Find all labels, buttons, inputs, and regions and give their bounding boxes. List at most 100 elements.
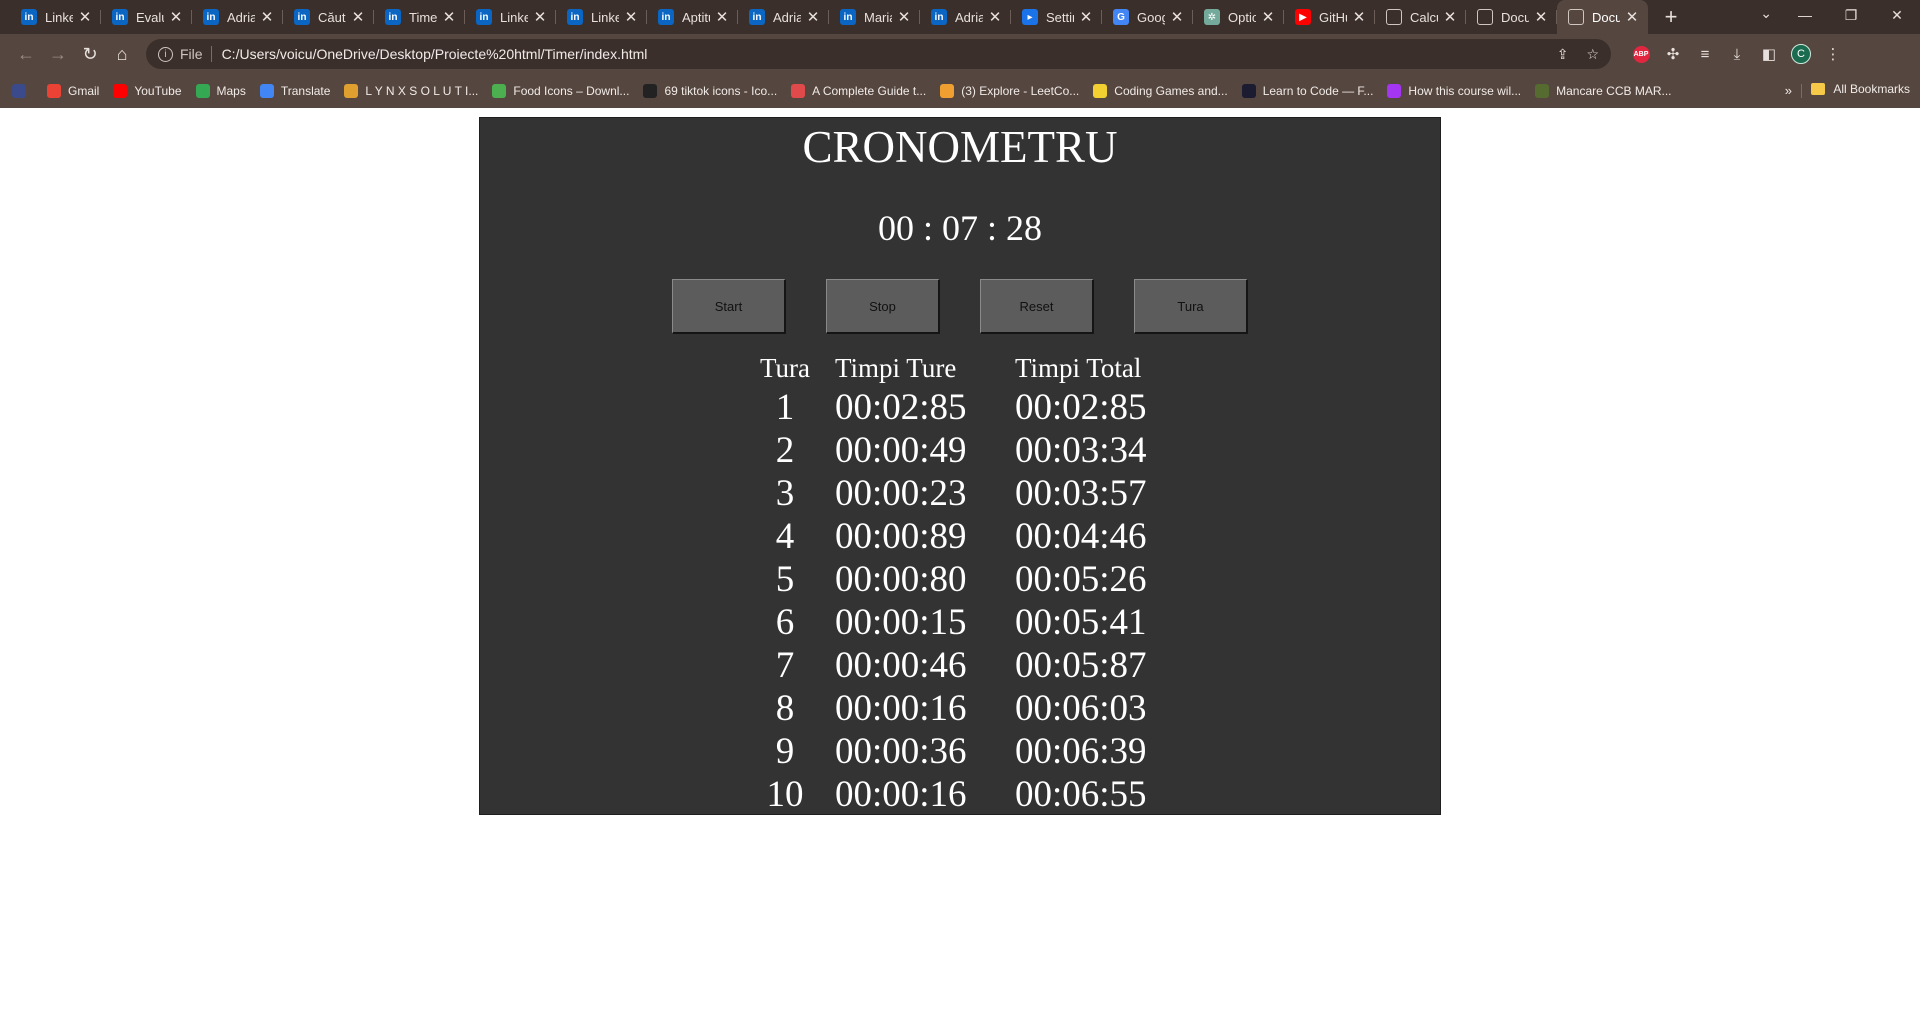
extensions-puzzle-icon[interactable]: ✣ — [1657, 39, 1689, 69]
tab-close-icon[interactable]: ✕ — [1351, 8, 1367, 26]
gmail-icon — [47, 84, 61, 98]
close-window-icon[interactable]: ✕ — [1874, 7, 1920, 24]
lap-time: 00:00:15 — [835, 602, 967, 643]
all-bookmarks-button[interactable]: All Bookmarks — [1811, 82, 1910, 96]
lap-row: 6 00:00:15 00:05:41 — [735, 601, 1175, 644]
bookmark-star-icon[interactable]: ☆ — [1586, 46, 1599, 63]
tab-close-icon[interactable]: ✕ — [1078, 8, 1094, 26]
bookmark-item[interactable]: Learn to Code — F... — [1241, 84, 1373, 98]
omnibox-divider — [210, 46, 212, 62]
tab[interactable]: ▶ GitHub✕ — [1284, 0, 1375, 34]
share-icon[interactable]: ⇪ — [1557, 46, 1569, 63]
bookmark-item[interactable]: (3) Explore - LeetCo... — [940, 84, 1079, 98]
restore-icon[interactable]: ❐ — [1828, 7, 1874, 24]
total-time: 00:04:46 — [1015, 516, 1147, 557]
extensions-area: ABP ✣ ≡ ⤓ ◧ C ⋮ — [1625, 39, 1849, 69]
bookmark-item[interactable]: Mancare CCB MAR... — [1535, 84, 1671, 98]
bookmark-item[interactable]: YouTube — [113, 84, 182, 98]
tab[interactable]: in Adrian✕ — [192, 0, 283, 34]
tab[interactable]: in Adrian✕ — [920, 0, 1011, 34]
bookmark-item[interactable]: Food Icons – Downl... — [492, 84, 629, 98]
tab-close-icon[interactable]: ✕ — [805, 8, 821, 26]
bookmark-label: How this course wil... — [1408, 84, 1522, 98]
tab-close-icon[interactable]: ✕ — [441, 8, 457, 26]
tab-search-chevron-icon[interactable]: ⌄ — [1760, 5, 1772, 22]
css-tricks-icon — [791, 84, 806, 98]
tab-close-icon[interactable]: ✕ — [532, 8, 548, 26]
bookmark-item[interactable]: Gmail — [47, 84, 99, 98]
tab-close-icon[interactable]: ✕ — [1624, 8, 1640, 26]
tab[interactable]: in Linkedin✕ — [10, 0, 101, 34]
tab-close-icon[interactable]: ✕ — [1169, 8, 1185, 26]
tab-close-icon[interactable]: ✕ — [1442, 8, 1458, 26]
tab[interactable]: ▸ Settings✕ — [1011, 0, 1102, 34]
tab-close-icon[interactable]: ✕ — [1533, 8, 1549, 26]
more-bookmarks-chevron-icon[interactable]: » — [1785, 83, 1792, 98]
home-icon[interactable]: ⌂ — [106, 38, 138, 70]
lynx-icon — [344, 84, 359, 98]
minimize-icon[interactable]: — — [1782, 7, 1828, 23]
tab[interactable]: in Linkedin✕ — [465, 0, 556, 34]
lap-row: 3 00:00:23 00:03:57 — [735, 472, 1175, 515]
bookmark-item[interactable] — [12, 84, 33, 98]
total-time: 00:05:26 — [1015, 559, 1147, 600]
tab-title: Options — [1228, 9, 1256, 25]
tab[interactable]: in Mariana✕ — [829, 0, 920, 34]
bookmark-item[interactable]: Translate — [259, 84, 330, 98]
download-icon[interactable]: ⤓ — [1721, 39, 1753, 69]
tab-close-icon[interactable]: ✕ — [896, 8, 912, 26]
bookmark-item[interactable]: L Y N X S O L U T I... — [344, 84, 478, 98]
new-tab-button[interactable]: + — [1654, 0, 1688, 34]
url-text[interactable]: C:/Users/voicu/OneDrive/Desktop/Proiecte… — [222, 46, 1539, 62]
linkedin-icon: in — [931, 9, 947, 25]
back-arrow-icon[interactable]: ← — [10, 38, 42, 70]
menu-kebab-icon[interactable]: ⋮ — [1817, 39, 1849, 69]
forward-arrow-icon[interactable]: → — [42, 38, 74, 70]
reading-list-icon[interactable]: ≡ — [1689, 39, 1721, 69]
side-panel-icon[interactable]: ◧ — [1753, 39, 1785, 69]
tab[interactable]: Document✕ — [1466, 0, 1557, 34]
tab[interactable]: Calculator✕ — [1375, 0, 1466, 34]
bookmark-item[interactable]: A Complete Guide t... — [791, 84, 926, 98]
bookmark-item[interactable]: Coding Games and... — [1093, 84, 1228, 98]
tab[interactable]: G Google✕ — [1102, 0, 1193, 34]
tab[interactable]: in Linkedin✕ — [556, 0, 647, 34]
lap-button[interactable]: Tura — [1134, 279, 1248, 334]
globe-icon — [1477, 9, 1493, 25]
start-button[interactable]: Start — [672, 279, 786, 334]
tab-close-icon[interactable]: ✕ — [623, 8, 639, 26]
tab[interactable]: ✲ Options✕ — [1193, 0, 1284, 34]
chatgpt-icon: ✲ — [1204, 9, 1220, 25]
info-icon[interactable]: i — [158, 46, 173, 62]
tab[interactable]: Document✕ — [1557, 0, 1648, 34]
lap-time: 00:00:89 — [835, 516, 967, 557]
tab[interactable]: in Evaluare✕ — [101, 0, 192, 34]
tab[interactable]: in Timeline✕ — [374, 0, 465, 34]
total-time: 00:03:34 — [1015, 430, 1147, 471]
linkedin-icon: in — [21, 9, 37, 25]
tab-close-icon[interactable]: ✕ — [77, 8, 93, 26]
tab-close-icon[interactable]: ✕ — [714, 8, 730, 26]
adblock-plus-icon[interactable]: ABP — [1625, 39, 1657, 69]
tab-close-icon[interactable]: ✕ — [987, 8, 1003, 26]
tab-close-icon[interactable]: ✕ — [1260, 8, 1276, 26]
tab[interactable]: in Adrian✕ — [738, 0, 829, 34]
profile-avatar[interactable]: C — [1785, 39, 1817, 69]
bookmark-item[interactable]: How this course wil... — [1387, 84, 1521, 98]
bookmark-item[interactable]: 69 tiktok icons - Ico... — [643, 84, 777, 98]
tab-close-icon[interactable]: ✕ — [350, 8, 366, 26]
lap-row: 8 00:00:16 00:06:03 — [735, 687, 1175, 730]
address-bar[interactable]: i File C:/Users/voicu/OneDrive/Desktop/P… — [146, 39, 1611, 69]
bookmark-item[interactable]: Maps — [195, 84, 246, 98]
bookmark-label: Gmail — [68, 84, 100, 98]
bookmark-label: 69 tiktok icons - Ico... — [664, 84, 778, 98]
lap-number: 5 — [775, 559, 795, 600]
tab[interactable]: in Căutare✕ — [283, 0, 374, 34]
linkedin-icon: in — [294, 9, 310, 25]
tab-close-icon[interactable]: ✕ — [168, 8, 184, 26]
reset-button[interactable]: Reset — [980, 279, 1094, 334]
stop-button[interactable]: Stop — [826, 279, 940, 334]
tab-close-icon[interactable]: ✕ — [259, 8, 275, 26]
tab[interactable]: in Aptitudini✕ — [647, 0, 738, 34]
reload-icon[interactable]: ↻ — [74, 38, 106, 70]
